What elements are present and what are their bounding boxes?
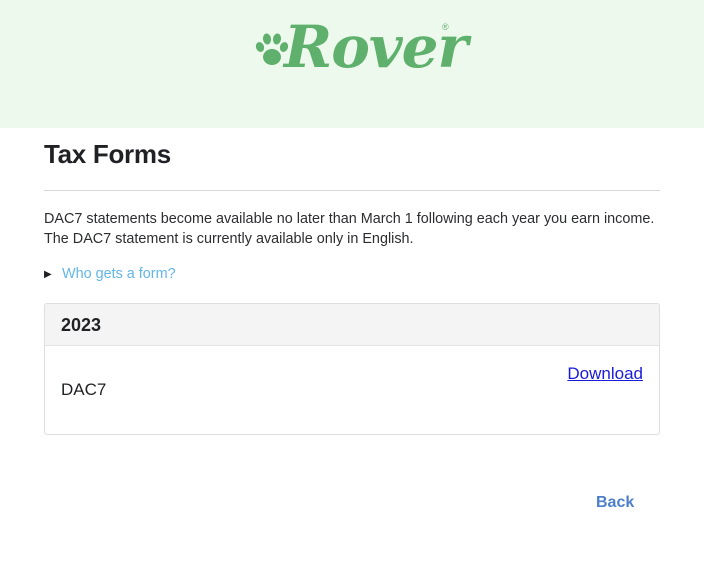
page-description: DAC7 statements become available no late… xyxy=(44,211,655,247)
download-link[interactable]: Download xyxy=(567,364,643,384)
form-name: DAC7 xyxy=(61,380,107,399)
who-gets-a-form-disclosure[interactable]: ▶ Who gets a form? xyxy=(44,264,176,284)
site-header: Rover ® xyxy=(0,0,704,128)
disclosure-label[interactable]: Who gets a form? xyxy=(62,266,176,282)
tax-form-card: 2023 DAC7 Download xyxy=(44,303,660,435)
card-header: 2023 xyxy=(45,304,659,346)
logo-wordmark: Rover xyxy=(284,13,468,81)
title-divider xyxy=(44,190,660,191)
disclosure-triangle-icon[interactable]: ▶ xyxy=(44,269,62,280)
back-button[interactable]: Back xyxy=(596,494,634,512)
registered-mark: ® xyxy=(442,22,449,32)
page-title: Tax Forms xyxy=(44,139,171,169)
tax-year: 2023 xyxy=(61,315,102,335)
rover-logo[interactable]: Rover ® xyxy=(250,13,468,86)
